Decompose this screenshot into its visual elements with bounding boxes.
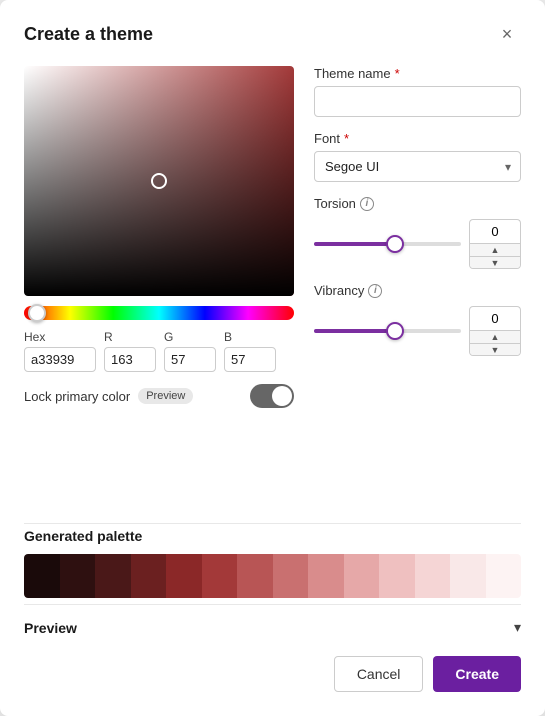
vibrancy-slider[interactable] [314, 321, 461, 341]
palette-swatch [308, 554, 344, 598]
palette-divider [24, 523, 521, 524]
hex-input[interactable] [24, 347, 96, 372]
palette-swatch [450, 554, 486, 598]
theme-name-required: * [395, 66, 400, 81]
preview-accordion-header[interactable]: Preview ▾ [24, 605, 521, 636]
hex-input-group: Hex [24, 330, 96, 372]
create-button[interactable]: Create [433, 656, 521, 692]
b-label: B [224, 330, 276, 344]
create-theme-dialog: Create a theme × Hex [0, 0, 545, 716]
lock-primary-row: Lock primary color Preview [24, 384, 294, 408]
palette-swatches [24, 554, 521, 598]
hue-slider-thumb [28, 304, 46, 322]
palette-swatch [344, 554, 380, 598]
palette-swatch [486, 554, 522, 598]
palette-title: Generated palette [24, 528, 521, 544]
g-input[interactable] [164, 347, 216, 372]
palette-swatch [131, 554, 167, 598]
dialog-header: Create a theme × [24, 20, 521, 48]
palette-swatch [166, 554, 202, 598]
vibrancy-input[interactable] [469, 306, 521, 330]
close-button[interactable]: × [493, 20, 521, 48]
g-input-group: G [164, 330, 216, 372]
dialog-title: Create a theme [24, 24, 153, 45]
theme-name-label: Theme name * [314, 66, 521, 81]
torsion-slider-row: ▲ ▼ [314, 219, 521, 269]
torsion-input[interactable] [469, 219, 521, 243]
r-input[interactable] [104, 347, 156, 372]
preview-chevron-icon: ▾ [514, 619, 521, 636]
theme-name-input[interactable] [314, 86, 521, 117]
font-label: Font * [314, 131, 521, 146]
palette-swatch [379, 554, 415, 598]
b-input-group: B [224, 330, 276, 372]
preview-section-title: Preview [24, 620, 77, 636]
color-gradient [24, 66, 294, 296]
torsion-slider-thumb [386, 235, 404, 253]
torsion-spinner-buttons: ▲ ▼ [469, 243, 521, 269]
main-content: Hex R G B Lock primary color [24, 66, 521, 515]
font-required: * [344, 131, 349, 146]
vibrancy-label-row: Vibrancy i [314, 283, 521, 298]
vibrancy-slider-thumb [386, 322, 404, 340]
font-field-group: Font * Segoe UI Arial Calibri ▾ [314, 131, 521, 182]
hue-slider[interactable] [24, 306, 294, 320]
color-canvas[interactable] [24, 66, 294, 296]
toggle-track [250, 384, 294, 408]
font-select-wrapper: Segoe UI Arial Calibri ▾ [314, 151, 521, 182]
vibrancy-increment-button[interactable]: ▲ [470, 331, 520, 343]
gradient-layer-dark [24, 66, 294, 296]
palette-swatch [273, 554, 309, 598]
torsion-label-row: Torsion i [314, 196, 521, 211]
theme-name-field-group: Theme name * [314, 66, 521, 117]
palette-swatch [95, 554, 131, 598]
palette-swatch [60, 554, 96, 598]
left-panel: Hex R G B Lock primary color [24, 66, 294, 515]
hex-label: Hex [24, 330, 96, 344]
right-panel: Theme name * Font * Segoe UI Arial Calib… [314, 66, 521, 515]
vibrancy-section: Vibrancy i ▲ ▼ [314, 283, 521, 356]
torsion-spinner: ▲ ▼ [469, 219, 521, 269]
torsion-slider[interactable] [314, 234, 461, 254]
b-input[interactable] [224, 347, 276, 372]
vibrancy-spinner-buttons: ▲ ▼ [469, 330, 521, 356]
palette-section: Generated palette [24, 519, 521, 598]
lock-label: Lock primary color [24, 389, 130, 404]
palette-swatch [237, 554, 273, 598]
toggle-thumb [272, 386, 292, 406]
vibrancy-decrement-button[interactable]: ▼ [470, 343, 520, 355]
hue-slider-track [24, 306, 294, 320]
palette-swatch [202, 554, 238, 598]
vibrancy-spinner: ▲ ▼ [469, 306, 521, 356]
g-label: G [164, 330, 216, 344]
torsion-decrement-button[interactable]: ▼ [470, 256, 520, 268]
torsion-section: Torsion i ▲ ▼ [314, 196, 521, 269]
r-input-group: R [104, 330, 156, 372]
r-label: R [104, 330, 156, 344]
preview-section: Preview ▾ [24, 604, 521, 636]
palette-swatch [24, 554, 60, 598]
torsion-increment-button[interactable]: ▲ [470, 244, 520, 256]
vibrancy-slider-row: ▲ ▼ [314, 306, 521, 356]
font-select[interactable]: Segoe UI Arial Calibri [314, 151, 521, 182]
palette-swatch [415, 554, 451, 598]
cancel-button[interactable]: Cancel [334, 656, 424, 692]
footer: Cancel Create [24, 636, 521, 692]
vibrancy-info-icon[interactable]: i [368, 284, 382, 298]
lock-toggle[interactable] [250, 384, 294, 408]
preview-badge: Preview [138, 388, 193, 404]
color-inputs-row: Hex R G B [24, 330, 294, 372]
torsion-info-icon[interactable]: i [360, 197, 374, 211]
